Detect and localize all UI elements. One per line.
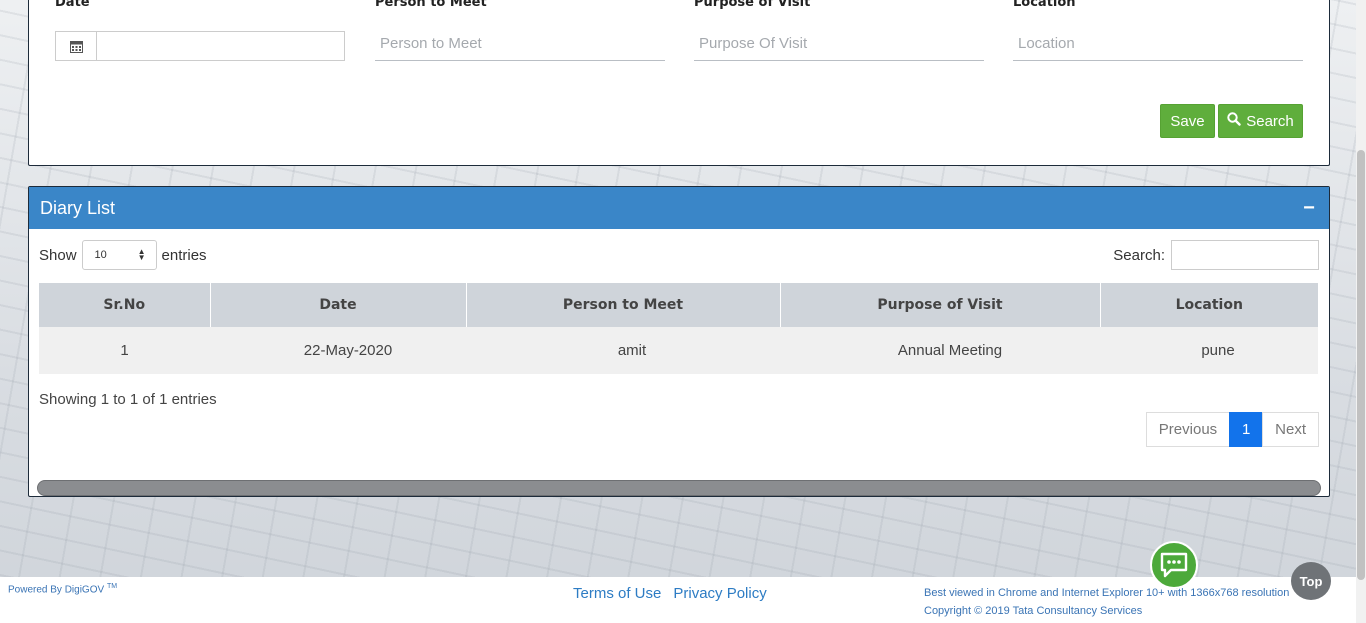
table-header-row: Sr.No Date Person to Meet Purpose of Vis… bbox=[39, 283, 1318, 327]
table-search-label: Search: bbox=[1113, 246, 1165, 264]
column-header-date[interactable]: Date bbox=[210, 283, 467, 327]
person-to-meet-input[interactable] bbox=[375, 26, 665, 61]
search-button[interactable]: Search bbox=[1218, 104, 1303, 138]
diary-list-header: Diary List − bbox=[29, 187, 1329, 229]
footer-links: Terms of Use Privacy Policy bbox=[573, 585, 767, 602]
save-button-label: Save bbox=[1170, 112, 1205, 130]
save-button[interactable]: Save bbox=[1160, 104, 1215, 138]
column-header-person[interactable]: Person to Meet bbox=[466, 283, 781, 327]
vertical-scrollbar-thumb[interactable] bbox=[1357, 150, 1365, 580]
diary-list-title: Diary List bbox=[40, 197, 116, 218]
horizontal-scrollbar[interactable] bbox=[37, 480, 1321, 496]
copyright-text: Copyright © 2019 Tata Consultancy Servic… bbox=[924, 605, 1143, 617]
purpose-of-visit-label: Purpose of Visit bbox=[694, 0, 811, 10]
person-to-meet-label: Person to Meet bbox=[375, 0, 487, 10]
table-search-input[interactable] bbox=[1171, 240, 1319, 270]
footer: Powered By DigiGOV TM Terms of Use Priva… bbox=[0, 577, 1356, 623]
entries-length-select[interactable]: 10 ▲ ▼ bbox=[81, 240, 157, 270]
back-to-top-button[interactable]: Top bbox=[1291, 562, 1331, 600]
date-input[interactable] bbox=[97, 32, 344, 60]
cell-purpose: Annual Meeting bbox=[780, 327, 1100, 374]
trademark: TM bbox=[106, 583, 118, 590]
privacy-policy-link[interactable]: Privacy Policy bbox=[673, 585, 766, 602]
entries-length-value: 10 bbox=[94, 249, 107, 261]
date-label: Date bbox=[55, 0, 90, 10]
location-label: Location bbox=[1013, 0, 1076, 10]
table-search: Search: bbox=[1113, 240, 1319, 270]
purpose-of-visit-input[interactable] bbox=[694, 26, 984, 61]
powered-by: Powered By DigiGOV TM bbox=[8, 583, 117, 595]
terms-of-use-link[interactable]: Terms of Use bbox=[573, 585, 661, 602]
table-info: Showing 1 to 1 of 1 entries bbox=[39, 391, 217, 408]
previous-page-button[interactable]: Previous bbox=[1145, 412, 1231, 447]
top-label: Top bbox=[1299, 573, 1323, 589]
calendar-icon[interactable] bbox=[56, 32, 97, 60]
cell-person: amit bbox=[466, 327, 780, 374]
pagination: Previous 1 Next bbox=[1145, 412, 1319, 447]
diary-list-panel: Diary List − Show 10 ▲ ▼ entries Search: … bbox=[28, 186, 1330, 497]
entries-label: entries bbox=[161, 246, 207, 264]
show-label: Show bbox=[39, 246, 77, 264]
footer-info: Best viewed in Chrome and Internet Explo… bbox=[924, 584, 1289, 620]
next-page-button[interactable]: Next bbox=[1262, 412, 1319, 447]
collapse-icon[interactable]: − bbox=[1301, 198, 1317, 218]
entries-length-control: Show 10 ▲ ▼ entries bbox=[39, 240, 207, 270]
visitor-form-panel: Date Person to Meet Purpose of Visit Loc… bbox=[28, 0, 1330, 166]
cell-srno: 1 bbox=[39, 327, 210, 374]
vertical-scrollbar[interactable] bbox=[1356, 0, 1366, 623]
column-header-location[interactable]: Location bbox=[1100, 283, 1318, 327]
search-icon bbox=[1227, 112, 1241, 130]
chat-icon[interactable] bbox=[1150, 541, 1198, 589]
column-header-purpose[interactable]: Purpose of Visit bbox=[780, 283, 1101, 327]
table-row: 1 22-May-2020 amit Annual Meeting pune bbox=[39, 327, 1318, 374]
cell-date: 22-May-2020 bbox=[210, 327, 466, 374]
diary-table: Sr.No Date Person to Meet Purpose of Vis… bbox=[39, 283, 1318, 374]
column-header-srno[interactable]: Sr.No bbox=[39, 283, 211, 327]
powered-by-text: Powered By DigiGOV bbox=[8, 584, 105, 596]
page-1-button[interactable]: 1 bbox=[1229, 412, 1264, 447]
search-button-label: Search bbox=[1246, 112, 1294, 130]
location-input[interactable] bbox=[1013, 26, 1303, 61]
cell-location: pune bbox=[1100, 327, 1318, 374]
select-arrows-icon: ▲ ▼ bbox=[137, 247, 146, 262]
best-viewed-text: Best viewed in Chrome and Internet Explo… bbox=[924, 587, 1290, 599]
date-input-group bbox=[55, 31, 345, 61]
